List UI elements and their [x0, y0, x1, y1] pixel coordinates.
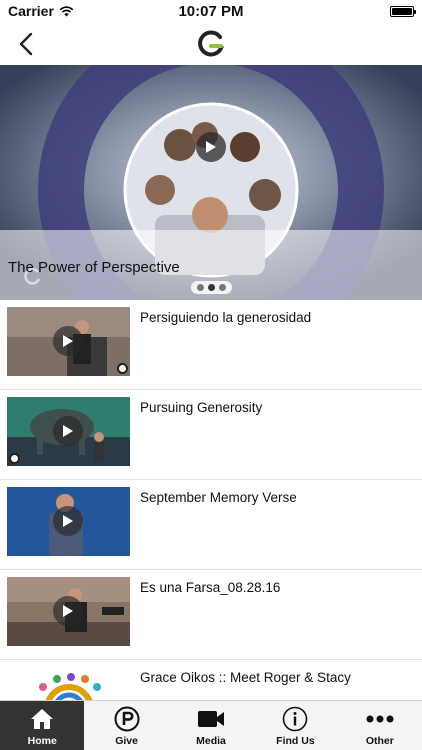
give-icon: [114, 706, 140, 732]
battery-icon: [389, 5, 416, 17]
tab-bar: Home Give Media Find Us Other: [0, 700, 422, 750]
wifi-icon: [59, 5, 74, 16]
play-icon: [63, 425, 73, 437]
tab-label: Find Us: [276, 735, 315, 747]
status-time: 10:07 PM: [178, 2, 244, 20]
back-button[interactable]: [12, 30, 40, 58]
video-camera-icon: [198, 711, 225, 727]
video-thumbnail: [7, 397, 130, 466]
tab-find-us[interactable]: Find Us: [253, 701, 337, 750]
tab-label: Media: [196, 735, 226, 747]
media-title: Persiguiendo la generosidad: [140, 310, 312, 325]
list-item[interactable]: Es una Farsa_08.28.16: [0, 570, 422, 660]
home-icon: [31, 709, 54, 729]
hero-title: The Power of Perspective: [8, 259, 180, 276]
play-button[interactable]: [53, 416, 83, 446]
video-thumbnail: [7, 307, 130, 376]
list-item[interactable]: Persiguiendo la generosidad: [0, 300, 422, 390]
video-thumbnail: [7, 487, 130, 556]
tab-label: Other: [365, 735, 394, 747]
tab-give[interactable]: Give: [84, 701, 168, 750]
page-dot[interactable]: [218, 284, 226, 291]
play-button[interactable]: [53, 596, 83, 626]
tab-label: Give: [115, 735, 138, 747]
more-icon: [366, 715, 394, 723]
media-title: September Memory Verse: [140, 490, 297, 505]
tab-home[interactable]: Home: [0, 701, 85, 750]
tab-other[interactable]: Other: [338, 701, 422, 750]
tab-media[interactable]: Media: [169, 701, 253, 750]
nav-bar: [0, 22, 422, 65]
hero-play-button[interactable]: [196, 132, 226, 162]
status-bar: Carrier 10:07 PM: [0, 0, 422, 22]
media-title: Pursuing Generosity: [140, 400, 263, 415]
chevron-left-icon: [19, 32, 33, 56]
play-icon: [63, 515, 73, 527]
grace-logo-icon: [198, 29, 224, 56]
media-title: Es una Farsa_08.28.16: [140, 580, 281, 595]
page-dot-active[interactable]: [207, 284, 215, 291]
grace-badge-icon: [117, 363, 128, 374]
play-icon: [63, 335, 73, 347]
featured-hero[interactable]: The Power of Perspective: [0, 65, 422, 300]
play-button[interactable]: [53, 506, 83, 536]
video-thumbnail: [7, 577, 130, 646]
tab-label: Home: [27, 735, 57, 747]
list-item[interactable]: September Memory Verse: [0, 480, 422, 570]
media-title: Grace Oikos :: Meet Roger & Stacy: [140, 670, 351, 685]
media-list: Persiguiendo la generosidad Pursuing Gen…: [0, 300, 422, 750]
play-icon: [206, 141, 216, 153]
list-item[interactable]: Pursuing Generosity: [0, 390, 422, 480]
carrier-label: Carrier: [8, 3, 54, 19]
play-button[interactable]: [53, 326, 83, 356]
grace-badge-icon: [9, 453, 20, 464]
page-dot[interactable]: [196, 284, 204, 291]
info-icon: [283, 706, 308, 732]
play-icon: [63, 605, 73, 617]
page-indicator[interactable]: [0, 281, 422, 294]
